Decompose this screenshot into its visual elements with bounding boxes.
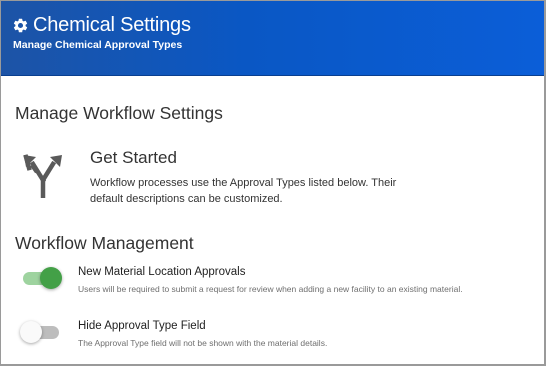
get-started-text: Workflow processes use the Approval Type… (90, 177, 397, 205)
new-material-location-approvals-toggle[interactable] (20, 266, 62, 290)
header-title-row: Chemical Settings (12, 14, 191, 36)
get-started-title: Get Started (90, 148, 177, 167)
page-header: Chemical Settings Manage Chemical Approv… (1, 1, 544, 76)
workflow-settings-heading: Manage Workflow Settings (15, 103, 223, 123)
toggle-knob (20, 321, 42, 343)
option-label: New Material Location Approvals (78, 266, 246, 278)
option-label: Hide Approval Type Field (78, 320, 206, 332)
page-title: Chemical Settings (33, 14, 191, 36)
page-subtitle: Manage Chemical Approval Types (13, 39, 183, 51)
gear-icon (13, 18, 28, 32)
hide-approval-type-field-toggle[interactable] (20, 320, 62, 344)
split-arrows-icon (23, 154, 62, 198)
settings-panel: Chemical Settings Manage Chemical Approv… (0, 0, 546, 366)
option-description: Users will be required to submit a reque… (78, 284, 463, 294)
toggle-knob (40, 267, 62, 289)
option-description: The Approval Type field will not be show… (78, 338, 328, 348)
workflow-management-heading: Workflow Management (15, 233, 194, 253)
